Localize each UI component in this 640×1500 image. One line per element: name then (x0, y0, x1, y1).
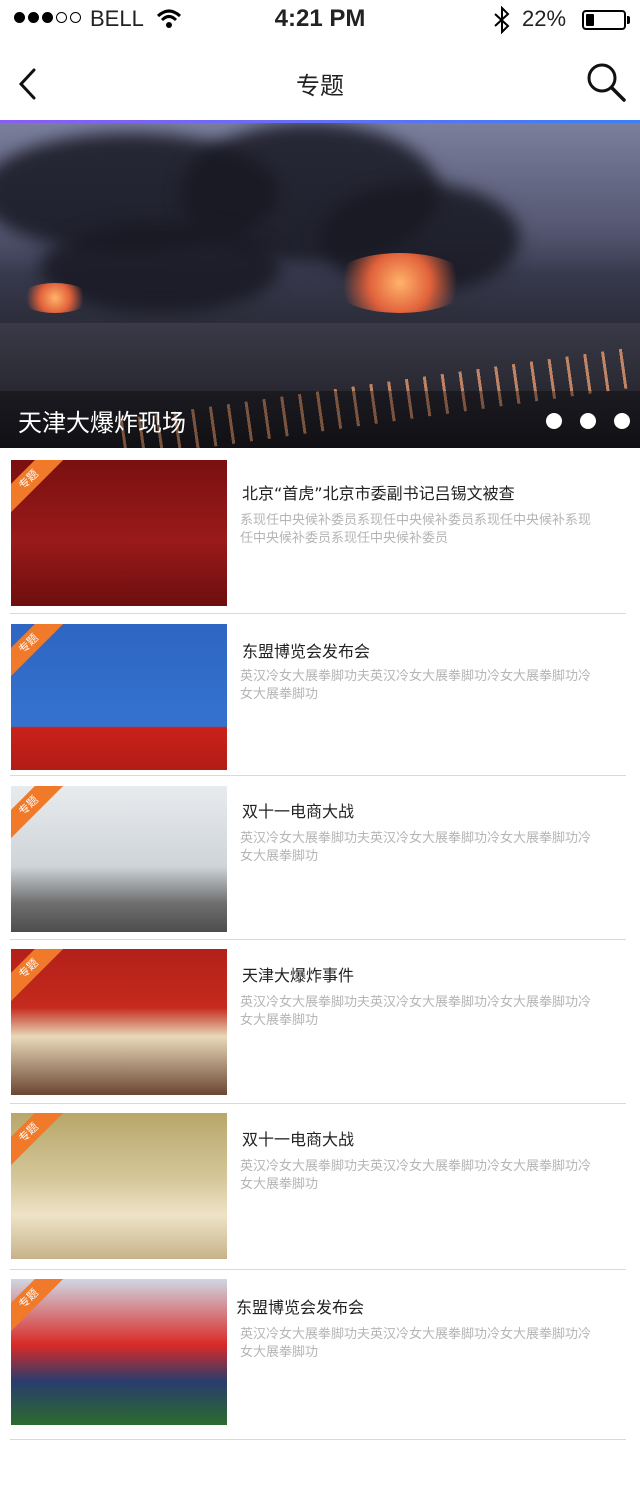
battery-icon (582, 10, 626, 30)
news-title: 双十一电商大战 (242, 802, 355, 821)
topic-tag: 专题 (11, 1279, 65, 1335)
news-thumbnail: 专题 (11, 786, 227, 932)
news-description: 英汉冷女大展拳脚功夫英汉冷女大展拳脚功冷女大展拳脚功冷女大展拳脚功 (240, 1327, 592, 1360)
carousel-dot[interactable] (580, 413, 596, 429)
topic-tag: 专题 (11, 949, 65, 1005)
news-thumbnail: 专题 (11, 949, 227, 1095)
search-icon (587, 63, 626, 102)
topic-tag: 专题 (11, 624, 65, 680)
news-description: 英汉冷女大展拳脚功夫英汉冷女大展拳脚功冷女大展拳脚功冷女大展拳脚功 (240, 1159, 592, 1192)
topic-tag: 专题 (11, 460, 65, 516)
list-item[interactable]: 专题 双十一电商大战 英汉冷女大展拳脚功夫英汉冷女大展拳脚功冷女大展拳脚功冷女大… (0, 776, 640, 940)
carousel-page-indicator[interactable] (546, 413, 630, 429)
news-description: 英汉冷女大展拳脚功夫英汉冷女大展拳脚功冷女大展拳脚功冷女大展拳脚功 (240, 669, 592, 702)
news-thumbnail: 专题 (11, 1113, 227, 1259)
carousel-dot[interactable] (546, 413, 562, 429)
news-thumbnail: 专题 (11, 1279, 227, 1425)
news-title: 天津大爆炸事件 (242, 966, 355, 985)
list-item[interactable]: 专题 北京“首虎”北京市委副书记吕锡文被查 系现任中央候补委员系现任中央候补委员… (0, 448, 640, 614)
banner-carousel[interactable]: 天津大爆炸现场 (0, 123, 640, 448)
topic-tag: 专题 (11, 786, 65, 842)
battery-percentage: 22% (522, 6, 567, 31)
list-item[interactable]: 专题 东盟博览会发布会 英汉冷女大展拳脚功夫英汉冷女大展拳脚功冷女大展拳脚功冷女… (0, 1270, 640, 1440)
news-title: 双十一电商大战 (242, 1130, 355, 1149)
bluetooth-icon (494, 6, 510, 34)
news-description: 英汉冷女大展拳脚功夫英汉冷女大展拳脚功冷女大展拳脚功冷女大展拳脚功 (240, 831, 592, 864)
news-thumbnail: 专题 (11, 460, 227, 606)
list-item[interactable]: 专题 东盟博览会发布会 英汉冷女大展拳脚功夫英汉冷女大展拳脚功冷女大展拳脚功冷女… (0, 614, 640, 776)
page-title: 专题 (296, 72, 344, 100)
carousel-dot[interactable] (614, 413, 630, 429)
status-bar: BELL 4:21 PM 22% (0, 0, 640, 40)
news-title: 北京“首虎”北京市委副书记吕锡文被查 (242, 484, 515, 503)
list-item[interactable]: 专题 天津大爆炸事件 英汉冷女大展拳脚功夫英汉冷女大展拳脚功冷女大展拳脚功冷女大… (0, 940, 640, 1104)
news-description: 系现任中央候补委员系现任中央候补委员系现任中央候补系现任中央候补委员系现任中央候… (240, 513, 592, 546)
news-description: 英汉冷女大展拳脚功夫英汉冷女大展拳脚功冷女大展拳脚功冷女大展拳脚功 (240, 995, 592, 1028)
news-thumbnail: 专题 (11, 624, 227, 770)
banner-caption: 天津大爆炸现场 (18, 409, 186, 437)
topic-tag: 专题 (11, 1113, 65, 1169)
battery-cap (627, 16, 630, 24)
news-title: 东盟博览会发布会 (236, 1298, 365, 1317)
navigation-bar: 专题 (0, 40, 640, 120)
list-item[interactable]: 专题 双十一电商大战 英汉冷女大展拳脚功夫英汉冷女大展拳脚功冷女大展拳脚功冷女大… (0, 1104, 640, 1270)
search-button[interactable] (584, 60, 630, 106)
news-title: 东盟博览会发布会 (242, 642, 371, 661)
